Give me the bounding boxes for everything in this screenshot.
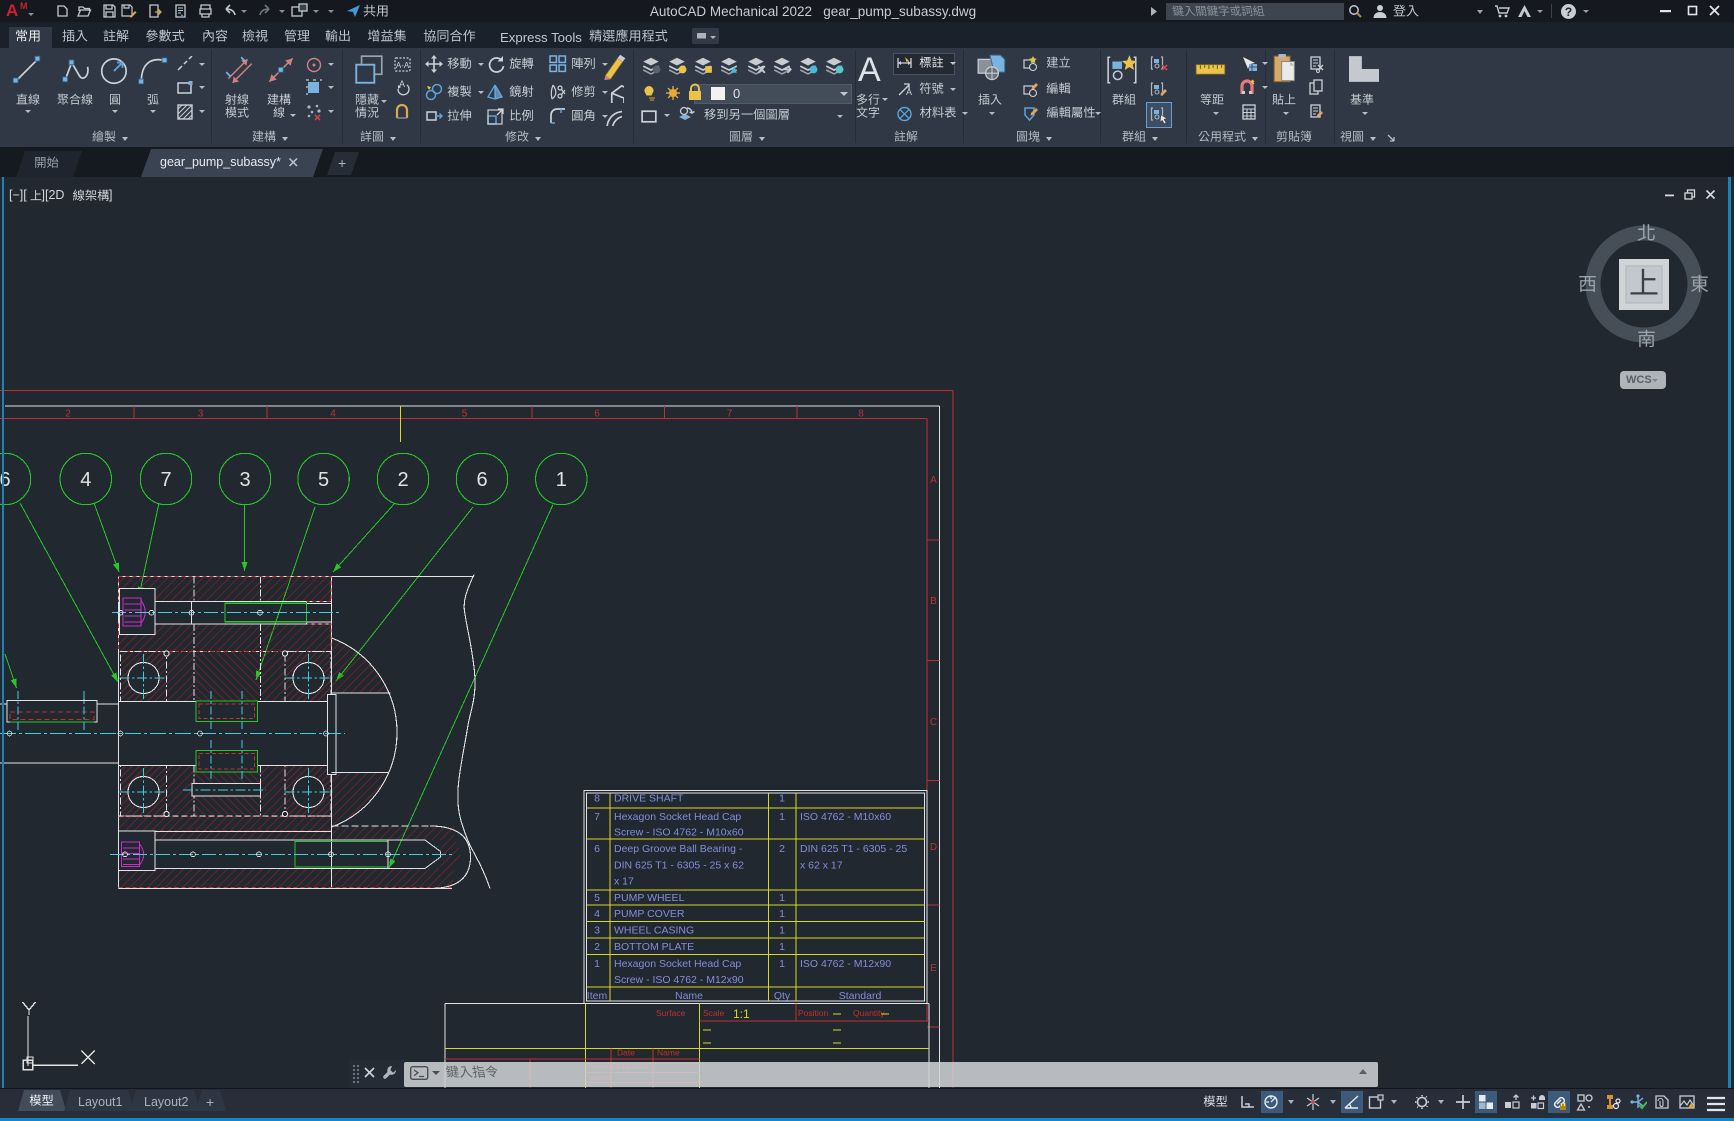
svg-text:2: 2 xyxy=(594,941,600,953)
svg-text:Scale: Scale xyxy=(703,1008,725,1018)
svg-text:Qty: Qty xyxy=(774,990,791,1002)
svg-text:3: 3 xyxy=(594,925,600,937)
svg-text:7: 7 xyxy=(727,409,733,420)
svg-text:4: 4 xyxy=(594,908,600,920)
svg-text:Screw - ISO 4762 - M10x60: Screw - ISO 4762 - M10x60 xyxy=(614,827,744,839)
svg-text:ISO 4762 - M10x60: ISO 4762 - M10x60 xyxy=(800,811,891,823)
svg-text:Name: Name xyxy=(657,1048,680,1058)
svg-text:5: 5 xyxy=(462,409,468,420)
svg-text:C: C xyxy=(930,717,937,728)
svg-text:1: 1 xyxy=(556,469,567,491)
svg-text:Date: Date xyxy=(617,1048,635,1058)
svg-text:1: 1 xyxy=(779,908,785,920)
svg-text:PUMP WHEEL: PUMP WHEEL xyxy=(614,892,685,904)
svg-text:1:1: 1:1 xyxy=(733,1007,750,1021)
svg-text:5: 5 xyxy=(594,892,600,904)
svg-text:4: 4 xyxy=(330,409,336,420)
svg-text:1: 1 xyxy=(779,925,785,937)
svg-text:6: 6 xyxy=(476,469,487,491)
svg-text:E: E xyxy=(930,963,937,974)
svg-text:2: 2 xyxy=(65,409,71,420)
svg-text:Hexagon Socket Head Cap: Hexagon Socket Head Cap xyxy=(614,958,741,970)
svg-text:1: 1 xyxy=(594,958,600,970)
svg-text:PUMP COVER: PUMP COVER xyxy=(614,908,685,920)
svg-text:DRIVE SHAFT: DRIVE SHAFT xyxy=(614,793,684,805)
svg-text:8: 8 xyxy=(594,793,600,805)
svg-text:2: 2 xyxy=(397,469,408,491)
svg-text:Item: Item xyxy=(587,990,608,1002)
svg-text:DIN 625 T1 - 6305 - 25 x 62: DIN 625 T1 - 6305 - 25 x 62 xyxy=(614,860,744,872)
svg-text:5: 5 xyxy=(318,469,329,491)
svg-text:Surface: Surface xyxy=(656,1008,686,1018)
svg-text:ISO 4762 - M12x90: ISO 4762 - M12x90 xyxy=(800,958,891,970)
svg-text:WHEEL CASING: WHEEL CASING xyxy=(614,925,694,937)
svg-text:6: 6 xyxy=(594,843,600,855)
svg-text:3: 3 xyxy=(198,409,204,420)
svg-text:Hexagon Socket Head Cap: Hexagon Socket Head Cap xyxy=(614,811,741,823)
svg-text:6: 6 xyxy=(594,409,600,420)
svg-text:A-A: A-A xyxy=(396,61,410,70)
svg-text:x 62 x 17: x 62 x 17 xyxy=(800,860,843,872)
svg-text:A: A xyxy=(906,87,912,97)
svg-text:Screw - ISO 4762 - M12x90: Screw - ISO 4762 - M12x90 xyxy=(614,974,744,986)
svg-text:2: 2 xyxy=(779,843,785,855)
svg-text:B: B xyxy=(930,596,937,607)
svg-text:x 17: x 17 xyxy=(614,876,634,888)
svg-text:BOTTOM PLATE: BOTTOM PLATE xyxy=(614,941,694,953)
svg-text:Name: Name xyxy=(675,990,703,1002)
svg-text:1: 1 xyxy=(779,892,785,904)
svg-text:Quantity: Quantity xyxy=(853,1008,885,1018)
svg-text:3: 3 xyxy=(239,469,250,491)
svg-text:Position: Position xyxy=(798,1008,829,1018)
svg-text:4: 4 xyxy=(80,469,91,491)
svg-text:DIN 625 T1 - 6305 - 25: DIN 625 T1 - 6305 - 25 xyxy=(800,843,907,855)
svg-text:Standard: Standard xyxy=(839,990,882,1002)
svg-text:1: 1 xyxy=(779,793,785,805)
svg-text:1: 1 xyxy=(779,958,785,970)
svg-text:A: A xyxy=(930,475,937,486)
svg-text:7: 7 xyxy=(594,811,600,823)
svg-text:D: D xyxy=(930,842,937,853)
svg-text:8: 8 xyxy=(858,409,864,420)
svg-text:1: 1 xyxy=(779,941,785,953)
svg-text:Deep Groove Ball Bearing -: Deep Groove Ball Bearing - xyxy=(614,843,743,855)
svg-text:7: 7 xyxy=(160,469,171,491)
svg-text:1: 1 xyxy=(779,811,785,823)
svg-text:?: ? xyxy=(1565,5,1572,19)
